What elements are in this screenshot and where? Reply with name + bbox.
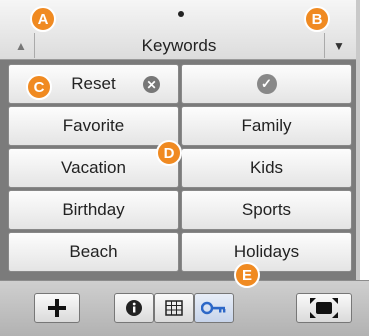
keyword-grid: Reset ✕ ✓ Favorite Family Vacation Kids … xyxy=(8,64,354,274)
keyword-row: Favorite Family xyxy=(8,106,354,146)
callout-b: B xyxy=(304,6,330,32)
drag-handle-icon[interactable] xyxy=(178,11,184,17)
checkmark-icon: ✓ xyxy=(256,74,277,94)
callout-d: D xyxy=(156,140,182,166)
keywords-title: Keywords xyxy=(141,36,217,55)
fullscreen-icon xyxy=(310,298,338,318)
keyword-sports-button[interactable]: Sports xyxy=(181,190,352,230)
keyword-holidays-button[interactable]: Holidays xyxy=(181,232,352,272)
keyword-favorite-button[interactable]: Favorite xyxy=(8,106,179,146)
grid-view-button[interactable] xyxy=(154,293,194,323)
keyword-family-button[interactable]: Family xyxy=(181,106,352,146)
callout-a: A xyxy=(30,6,56,32)
keywords-header: ▲ Keywords ▼ xyxy=(0,0,356,60)
reset-label: Reset xyxy=(71,74,116,93)
bottom-toolbar xyxy=(0,280,369,336)
info-button[interactable] xyxy=(114,293,154,323)
callout-c: C xyxy=(26,74,52,100)
keyword-kids-button[interactable]: Kids xyxy=(181,148,352,188)
keyword-beach-button[interactable]: Beach xyxy=(8,232,179,272)
apply-keywords-button[interactable]: ✓ xyxy=(181,64,352,104)
plus-icon xyxy=(48,299,66,317)
grid-icon xyxy=(165,300,183,316)
key-icon xyxy=(201,301,226,315)
keywords-window: ▲ Keywords ▼ Reset ✕ ✓ Favorite Family V… xyxy=(0,0,369,336)
down-arrow-icon: ▼ xyxy=(333,38,345,53)
keyword-row: Birthday Sports xyxy=(8,190,354,230)
info-icon xyxy=(126,300,142,316)
clear-icon: ✕ xyxy=(143,76,160,93)
up-arrow-icon: ▲ xyxy=(15,38,27,53)
keyword-vacation-button[interactable]: Vacation xyxy=(8,148,179,188)
keywords-toggle-button[interactable] xyxy=(194,293,234,323)
keyword-row: Beach Holidays xyxy=(8,232,354,272)
keyword-row: Reset ✕ ✓ xyxy=(8,64,354,104)
collapse-left-button[interactable]: ▲ xyxy=(8,33,35,58)
fullscreen-button[interactable] xyxy=(296,293,352,323)
keyword-birthday-button[interactable]: Birthday xyxy=(8,190,179,230)
callout-e: E xyxy=(234,262,260,288)
keywords-menu-button[interactable]: ▼ xyxy=(324,33,353,58)
add-button[interactable] xyxy=(34,293,80,323)
